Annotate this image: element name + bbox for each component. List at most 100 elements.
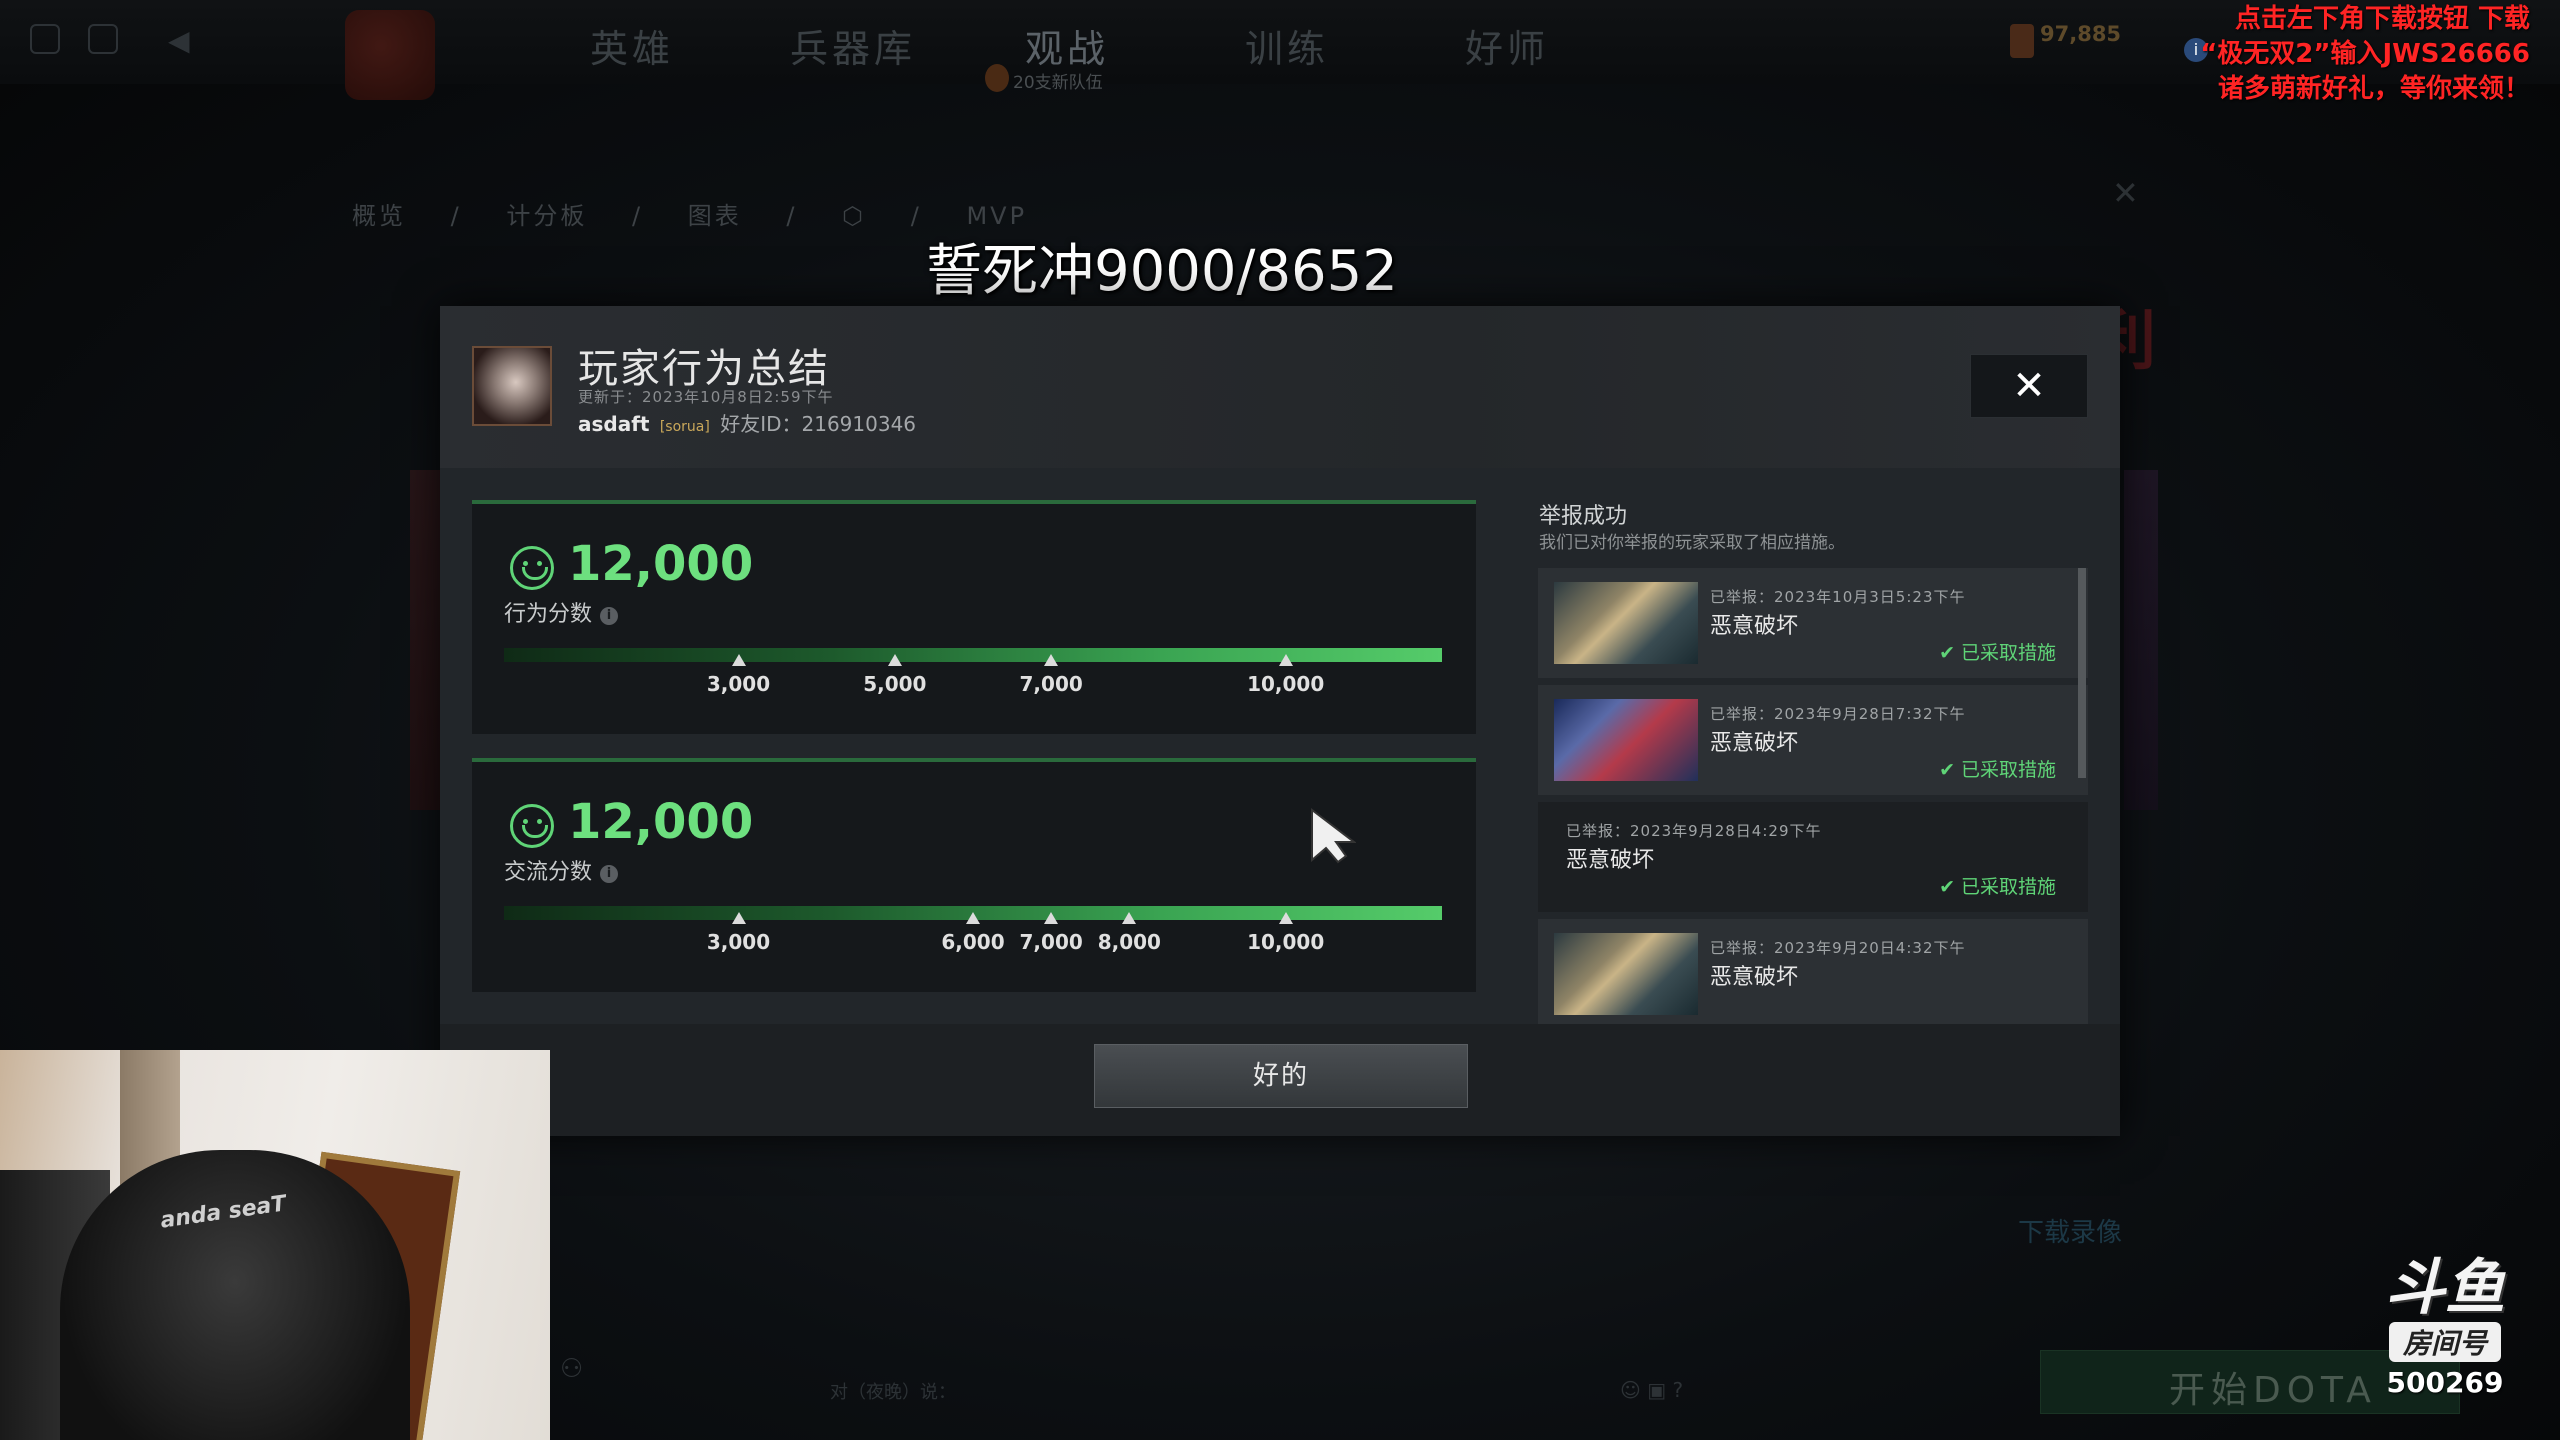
nav-armory[interactable]: 兵器库 (790, 18, 916, 73)
close-button[interactable]: ✕ (1970, 354, 2088, 418)
shards-count: 97,885 (2040, 22, 2122, 46)
player-name: asdaft (578, 412, 650, 436)
behavior-score-tick-label: 10,000 (1247, 672, 1325, 696)
tab-scoreboard[interactable]: 计分板 (506, 202, 587, 230)
smiley-icon (510, 546, 554, 590)
report-reason: 恶意破坏 (1710, 731, 1799, 756)
tab-graphs[interactable]: 图表 (688, 202, 742, 230)
communication-score-tick-label: 6,000 (941, 930, 1005, 954)
report-list[interactable]: 已举报：2023年10月3日5:23下午 恶意破坏 ✔ 已采取措施 已举报：202… (1538, 568, 2088, 1024)
communication-score-card: 12,000 交流分数 i 3,000 6,000 7,000 8,000 10,000 (472, 758, 1476, 992)
chat-emoji-icon[interactable]: ☺ ▣ ? (1620, 1378, 1683, 1402)
smiley-icon (510, 804, 554, 848)
shards-icon (2010, 24, 2034, 58)
behavior-score-label-text: 行为分数 (504, 602, 593, 627)
party-icon[interactable]: ⚇ (560, 1354, 600, 1384)
exit-icon[interactable] (30, 24, 60, 54)
settings-icon[interactable] (88, 24, 118, 54)
checkmark-icon: ✔ (1939, 759, 1955, 781)
report-date: 已举报：2023年9月20日4:32下午 (1710, 939, 1966, 957)
report-reason: 恶意破坏 (1710, 965, 1799, 990)
player-guild-tag: [sorua] (659, 419, 710, 435)
behavior-score-card: 12,000 行为分数 i 3,000 5,000 7,000 10,000 (472, 500, 1476, 734)
tick-marker-icon (1278, 654, 1293, 666)
douyu-watermark: 斗鱼 房间号 500269 (2370, 1253, 2520, 1399)
behavior-score-tick-label: 3,000 (706, 672, 771, 696)
dialog-footer: 好的 (440, 1024, 2120, 1136)
tab-overview[interactable]: 概览 (352, 202, 406, 230)
nav-learn[interactable]: 训练 (1245, 18, 1329, 73)
communication-score-tick: 3,000 (699, 912, 779, 954)
report-reason: 恶意破坏 (1710, 614, 1799, 639)
nav-heroes[interactable]: 英雄 (590, 18, 674, 73)
info-icon[interactable]: i (600, 865, 619, 883)
streamer-webcam: anda seaT (0, 1050, 550, 1440)
behavior-score-tick: 5,000 (855, 654, 935, 696)
player-avatar (472, 346, 552, 426)
breadcrumb-separator: / (632, 202, 644, 230)
friend-id: 好友ID：216910346 (720, 412, 917, 436)
background-close-icon[interactable]: ✕ (2112, 174, 2139, 212)
dialog-body: 12,000 行为分数 i 3,000 5,000 7,000 10,000 12,00… (440, 468, 2120, 1024)
report-item: 已举报：2023年9月20日4:32下午 恶意破坏 (1538, 919, 2088, 1024)
report-date: 已举报：2023年9月28日7:32下午 (1710, 705, 1966, 723)
team-badge-icon (985, 64, 1009, 92)
dialog-header: 玩家行为总结 更新于：2023年10月8日2:59下午 asdaft [soru… (440, 306, 2120, 468)
info-icon[interactable]: i (600, 607, 619, 625)
report-status: ✔ 已采取措施 (1939, 755, 2056, 782)
communication-score-tick-label: 8,000 (1097, 930, 1161, 954)
communication-score-label: 交流分数 i (504, 854, 619, 886)
tick-marker-icon (731, 654, 746, 666)
dire-banner (2124, 470, 2158, 810)
room-label: 房间号 (2388, 1322, 2501, 1362)
updated-timestamp: 更新于：2023年10月8日2:59下午 (578, 388, 834, 406)
promo-line: 点击左下角下载按钮 下载 (2234, 4, 2530, 34)
tick-marker-icon (1278, 912, 1293, 924)
tab-plus-icon[interactable]: ⬡ (842, 202, 866, 230)
back-arrow-icon[interactable]: ◀ (168, 24, 198, 57)
report-status: ✔ 已采取措施 (1939, 872, 2056, 899)
reports-heading: 举报成功 (1539, 504, 1628, 529)
tick-marker-icon (1122, 912, 1137, 924)
dota-logo[interactable] (345, 10, 435, 100)
behavior-score-tick-label: 5,000 (863, 672, 927, 696)
checkmark-icon: ✔ (1939, 876, 1955, 898)
top-navigation: ◀ 英雄 兵器库 观战 训练 好师 20支新队伍 97,885 (0, 0, 2560, 100)
behavior-score-tick: 10,000 (1246, 654, 1326, 696)
play-dota-label: 开始DOTA (2169, 1370, 2377, 1411)
nav-watch[interactable]: 观战 (1025, 18, 1109, 73)
report-status-text: 已采取措施 (1960, 759, 2056, 781)
promo-banner: 点击左下角下载按钮 下载 “极无双2”输入JWS26666 诸多萌新好礼，等你来… (2180, 2, 2530, 107)
breadcrumb-separator: / (450, 202, 462, 230)
mouse-cursor-icon (1311, 808, 1356, 864)
behavior-score-tick: 7,000 (1011, 654, 1091, 696)
douyu-logo: 斗鱼 (2385, 1253, 2505, 1323)
reports-subheading: 我们已对你举报的玩家采取了相应措施。 (1539, 533, 1845, 553)
nav-mentor[interactable]: 好师 (1465, 18, 1549, 73)
hero-portrait (1554, 582, 1698, 664)
tick-marker-icon (887, 654, 902, 666)
report-list-scrollbar[interactable] (2078, 568, 2086, 778)
report-reason: 恶意破坏 (1566, 848, 1655, 873)
ok-button[interactable]: 好的 (1094, 1044, 1468, 1108)
promo-line: “极无双2”输入JWS26666 (2200, 39, 2530, 69)
hero-portrait (1554, 699, 1698, 781)
hero-portrait (1554, 933, 1698, 1015)
communication-score-value: 12,000 (568, 794, 754, 850)
communication-score-tick: 7,000 (1011, 912, 1091, 954)
behavior-score-label: 行为分数 i (504, 596, 619, 628)
report-date: 已举报：2023年9月28日4:29下午 (1566, 822, 1822, 840)
communication-score-tick-label: 10,000 (1247, 930, 1325, 954)
screen: ◀ 英雄 兵器库 观战 训练 好师 20支新队伍 97,885 概览 / 计分板… (0, 0, 2560, 1440)
report-status-text: 已采取措施 (1960, 642, 2056, 664)
stream-title-text: 誓死冲9000/8652 (926, 239, 1398, 304)
communication-score-tick: 10,000 (1246, 912, 1326, 954)
report-item: 已举报：2023年9月28日4:29下午 恶意破坏 ✔ 已采取措施 (1538, 802, 2088, 912)
communication-score-tick: 6,000 (933, 912, 1013, 954)
download-replay-button[interactable]: 下载录像 (2018, 1212, 2122, 1249)
tick-marker-icon (1044, 912, 1059, 924)
behavior-score-tick: 3,000 (699, 654, 779, 696)
report-date: 已举报：2023年10月3日5:23下午 (1710, 588, 1966, 606)
tick-marker-icon (966, 912, 980, 924)
nav-watch-sub: 20支新队伍 (1013, 73, 1103, 93)
